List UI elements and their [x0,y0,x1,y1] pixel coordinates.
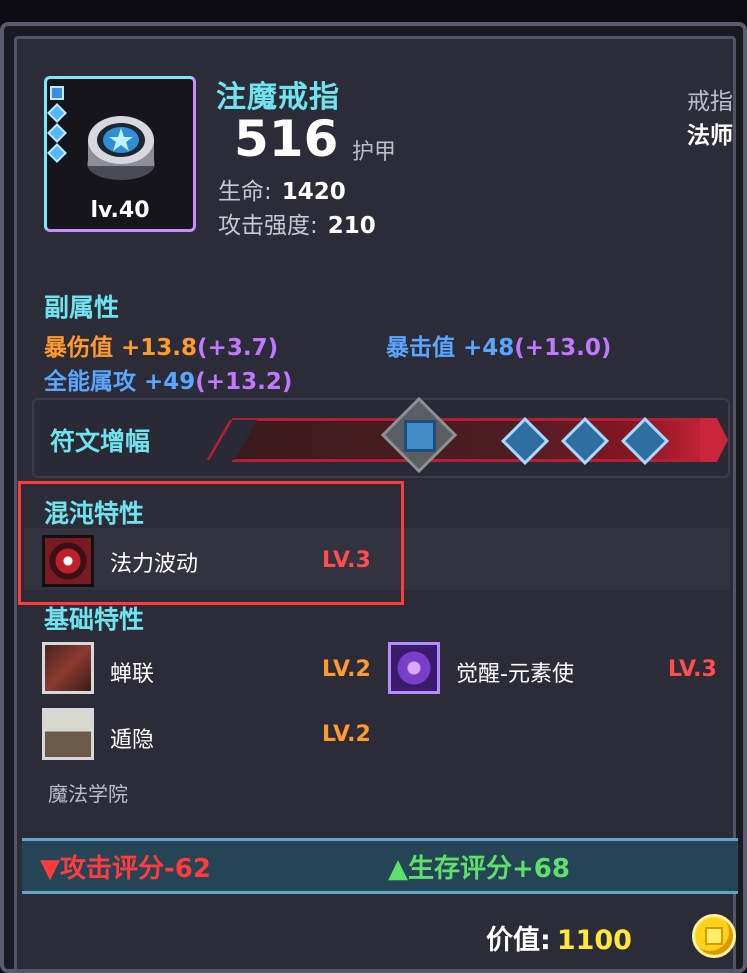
stat-value: 210 [327,213,376,239]
trait-level: LV.2 [322,657,371,682]
stat-label: 攻击强度: [218,213,318,239]
sub-attr-value: +49 [144,369,196,395]
trait-level: LV.3 [668,657,717,682]
sub-attr-crit-damage: 暴伤值 +13.8(+3.7) [44,328,278,362]
sub-attr-value: +48 [463,335,515,361]
base-traits-title: 基础特性 [44,605,145,634]
sub-attr-value: +13.8 [121,335,198,361]
sub-attr-bonus: (+13.2) [195,369,293,395]
gem-icon [50,86,64,100]
elementalist-icon[interactable] [388,642,440,694]
price: 价值: 1100 [486,918,632,957]
arrow-down-icon: ▼ [40,854,60,884]
gem-icon [47,143,67,163]
stat-label: 生命: [218,179,272,205]
highlight-box [18,481,404,605]
sub-attr-name: 全能属攻 [44,369,136,395]
armor-value: 516 [234,110,339,168]
armor-label: 护甲 [352,140,397,165]
stat-row-hp: 生命: 1420 [218,172,346,206]
trait-name: 觉醒-元素使 [456,662,574,687]
arrow-up-icon: ▲ [388,854,408,884]
trait-level: LV.2 [322,722,371,747]
gem-icon [47,123,67,143]
rune-crystal-icon [404,420,436,452]
trait-name: 遁隐 [110,728,155,753]
survival-score-label: 生存评分+ [408,854,534,884]
coin-icon-center [705,927,723,945]
ring-icon [87,116,155,180]
chain-icon[interactable] [42,642,94,694]
sub-attr-name: 暴击值 [386,335,455,361]
sub-attr-name: 暴伤值 [44,335,113,361]
trait-name: 蝉联 [110,662,155,687]
survival-score: ▲生存评分+68 [388,848,570,885]
gem-icon [47,103,67,123]
stat-row-attack: 攻击强度: 210 [218,206,376,240]
attack-score-value: 62 [174,854,211,884]
rune-label: 符文增幅 [50,427,151,456]
stealth-icon[interactable] [42,708,94,760]
attack-score-label: 攻击评分- [60,854,175,884]
item-quality-gems [47,86,67,163]
sub-attr-bonus: (+13.0) [514,335,612,361]
item-slot-type: 戒指 [687,89,733,115]
stat-value: 1420 [281,179,346,205]
item-class: 法师 [687,123,733,149]
attack-score: ▼攻击评分-62 [40,848,211,885]
price-label: 价值: [486,925,551,956]
survival-score-value: 68 [533,854,570,884]
sub-attributes-title: 副属性 [44,293,120,322]
sub-attr-crit: 暴击值 +48(+13.0) [386,328,611,362]
set-name: 魔法学院 [48,782,128,806]
sub-attr-bonus: (+3.7) [197,335,279,361]
sub-attr-versatility: 全能属攻 +49(+13.2) [44,362,292,396]
price-value: 1100 [556,925,632,956]
item-level: lv.40 [90,198,150,223]
